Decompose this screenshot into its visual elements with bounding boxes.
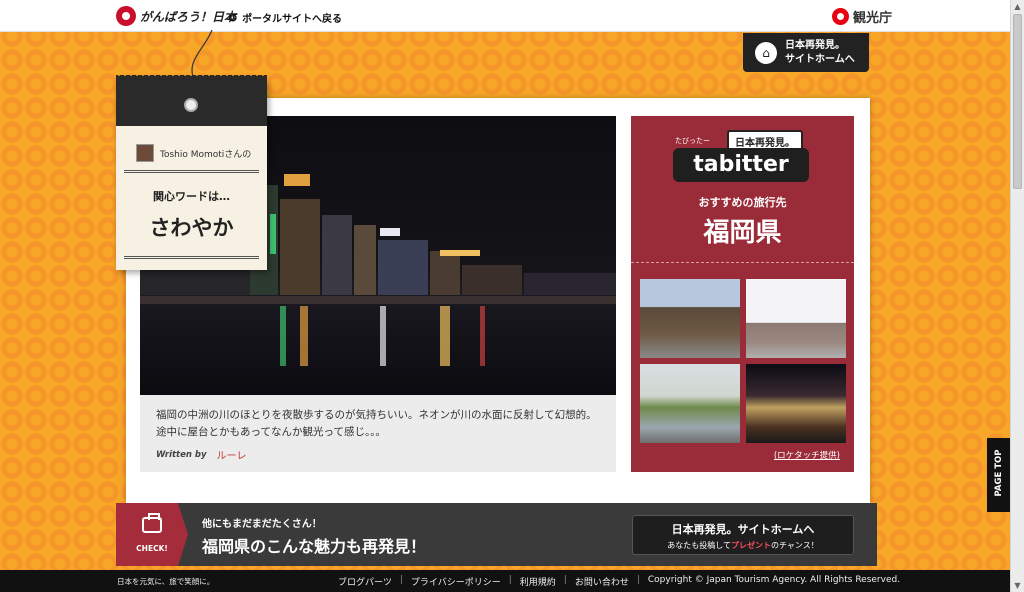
- photo-neon-sign: [380, 228, 400, 236]
- interest-tag: Toshio Momotiさんの 関心ワードは… さわやか: [116, 75, 267, 270]
- tabitter-divider: [631, 262, 854, 263]
- post-caption: 福岡の中洲の川のほとりを夜散歩するのが気持ちいい。ネオンが川の水面に反射して幻想…: [156, 409, 597, 438]
- site-home-button[interactable]: ⌂ 日本再発見。 サイトホームへ: [743, 33, 869, 72]
- cta-sub-pre: あなたも投稿して: [667, 541, 731, 550]
- gambarou-logo-text: がんばろう！日本: [140, 9, 237, 24]
- tag-user: Toshio Momotiさんの: [136, 144, 251, 162]
- thumbnail-stadium[interactable]: [746, 279, 846, 358]
- check-label: CHECK!: [136, 544, 168, 553]
- site-home-text: 日本再発見。 サイトホームへ: [785, 39, 855, 67]
- photo-reflection: [300, 306, 308, 366]
- post-author-link[interactable]: ルーレ: [217, 447, 247, 462]
- cta-heading: 福岡県のこんな魅力も再発見！: [202, 537, 427, 556]
- tabitter-panel: たびったー 日本再発見。 tabitter おすすめの旅行先 福岡県 (ロケタッ…: [631, 116, 854, 472]
- cta-subheading: 他にもまだまだたくさん！: [202, 519, 322, 530]
- footer-separator: |: [508, 575, 512, 585]
- photo-building: [322, 215, 352, 295]
- scroll-up-arrow-icon[interactable]: ▲: [1011, 0, 1024, 13]
- footer-separator: |: [563, 575, 567, 585]
- thumbnail-willow-pond[interactable]: [640, 364, 740, 443]
- photo-building: [524, 273, 616, 295]
- footer-link-terms[interactable]: 利用規約: [520, 575, 556, 588]
- locatouch-credit-link[interactable]: (ロケタッチ提供): [631, 449, 854, 461]
- tag-user-name: Toshio Momotiさんの: [160, 149, 252, 160]
- check-badge: CHECK!: [116, 503, 188, 566]
- photo-riverbank: [140, 296, 616, 304]
- site-home-line2: サイトホームへ: [785, 53, 855, 65]
- photo-building: [462, 265, 522, 295]
- tourism-agency-label: 観光庁: [853, 11, 893, 26]
- page-top-button[interactable]: PAGE TOP: [987, 438, 1010, 512]
- return-arrow-icon: ↺: [228, 10, 239, 25]
- cta-sub-post: のチャンス！: [771, 541, 819, 550]
- tourism-agency-icon: [832, 8, 849, 25]
- photo-neon-sign: [270, 214, 276, 254]
- gambarou-nippon-logo[interactable]: がんばろう！日本: [116, 6, 236, 26]
- page-top-label: PAGE TOP: [994, 449, 1004, 497]
- scroll-down-arrow-icon[interactable]: ▼: [1011, 579, 1024, 592]
- footer-link-blogparts[interactable]: ブログパーツ: [338, 575, 392, 588]
- footer: 日本を元気に、旅で笑顔に。 ブログパーツ | プライバシーポリシー | 利用規約…: [0, 570, 1010, 592]
- written-by-line: Written by ルーレ: [156, 447, 600, 463]
- cta-button-subtitle: あなたも投稿してプレゼントのチャンス！: [633, 540, 853, 551]
- avatar[interactable]: [136, 144, 154, 162]
- photo-building: [430, 251, 460, 295]
- tabitter-recommend: おすすめの旅行先: [698, 196, 787, 209]
- cta-sub-highlight: プレゼント: [731, 541, 771, 550]
- photo-building: [354, 225, 376, 295]
- photo-reflection: [480, 306, 485, 366]
- tabitter-logo[interactable]: tabitter: [673, 148, 809, 182]
- vertical-scrollbar[interactable]: ▲ ▼: [1010, 0, 1024, 592]
- portal-return-label: ポータルサイトへ戻る: [242, 14, 343, 25]
- site-home-line1: 日本再発見。: [785, 39, 845, 51]
- photo-neon-sign: [440, 250, 480, 256]
- thumbnail-shrine-crowd[interactable]: [640, 279, 740, 358]
- photo-building: [280, 199, 320, 295]
- tabitter-ruby: たびったー: [675, 137, 710, 145]
- footer-link-contact[interactable]: お問い合わせ: [575, 575, 629, 588]
- portal-return-link[interactable]: ↺ ポータルサイトへ戻る: [228, 10, 343, 26]
- photo-neon-sign: [284, 174, 310, 186]
- scroll-thumb[interactable]: [1013, 14, 1022, 189]
- cta-button-title: 日本再発見。サイトホームへ: [671, 523, 815, 536]
- tag-divider: [124, 170, 259, 173]
- photo-reflection: [280, 306, 286, 366]
- tourism-agency-logo[interactable]: 観光庁: [832, 7, 892, 26]
- flower-logo-icon: [116, 6, 136, 26]
- top-bar: がんばろう！日本 ↺ ポータルサイトへ戻る 観光庁: [0, 0, 1010, 32]
- tag-interest-label: 関心ワードは…: [153, 190, 230, 203]
- footer-copyright: Copyright © Japan Tourism Agency. All Ri…: [647, 575, 901, 585]
- footer-separator: |: [636, 575, 640, 585]
- footer-tagline: 日本を元気に、旅で笑顔に。: [117, 577, 215, 586]
- tag-interest-word: さわやか: [149, 216, 234, 240]
- footer-links: ブログパーツ | プライバシーポリシー | 利用規約 | お問い合わせ | Co…: [338, 575, 900, 588]
- tabitter-prefecture: 福岡県: [703, 218, 782, 248]
- photo-building: [378, 240, 428, 295]
- written-by-label: Written by: [156, 449, 207, 460]
- suitcase-icon: [142, 513, 162, 533]
- photo-reflection: [440, 306, 450, 366]
- thumbnail-night-shrine[interactable]: [746, 364, 846, 443]
- cta-site-home-button[interactable]: 日本再発見。サイトホームへ あなたも投稿してプレゼントのチャンス！: [632, 515, 854, 555]
- cta-bar: CHECK! 他にもまだまだたくさん！ 福岡県のこんな魅力も再発見！ 日本再発見…: [116, 503, 877, 566]
- footer-separator: |: [399, 575, 403, 585]
- tag-hole: [184, 98, 198, 112]
- post-caption-box: 福岡の中洲の川のほとりを夜散歩するのが気持ちいい。ネオンが川の水面に反射して幻想…: [140, 395, 616, 472]
- home-icon: ⌂: [755, 41, 777, 64]
- tag-divider: [124, 256, 259, 259]
- footer-link-privacy[interactable]: プライバシーポリシー: [411, 575, 501, 588]
- photo-reflection: [380, 306, 386, 366]
